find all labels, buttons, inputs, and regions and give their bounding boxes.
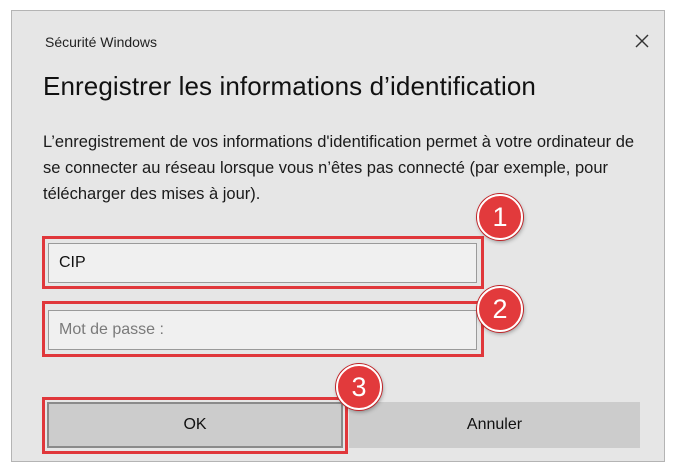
password-field[interactable] [48,310,477,350]
credentials-dialog: Sécurité Windows Enregistrer les informa… [11,10,665,462]
app-title: Sécurité Windows [45,34,158,50]
dialog-description: L’enregistrement de vos informations d'i… [43,133,635,203]
username-field[interactable] [48,243,477,283]
dialog-heading: Enregistrer les informations d’identific… [43,71,536,101]
cancel-button[interactable]: Annuler [349,402,640,448]
step-2-badge: 2 [477,286,523,332]
step-1-badge: 1 [477,194,523,240]
close-button[interactable] [630,29,654,53]
close-icon [635,34,649,48]
step-3-badge: 3 [336,364,382,410]
screenshot-canvas: Sécurité Windows Enregistrer les informa… [0,0,677,471]
dialog-header: Sécurité Windows Enregistrer les informa… [12,11,664,121]
ok-button[interactable]: OK [47,402,343,448]
